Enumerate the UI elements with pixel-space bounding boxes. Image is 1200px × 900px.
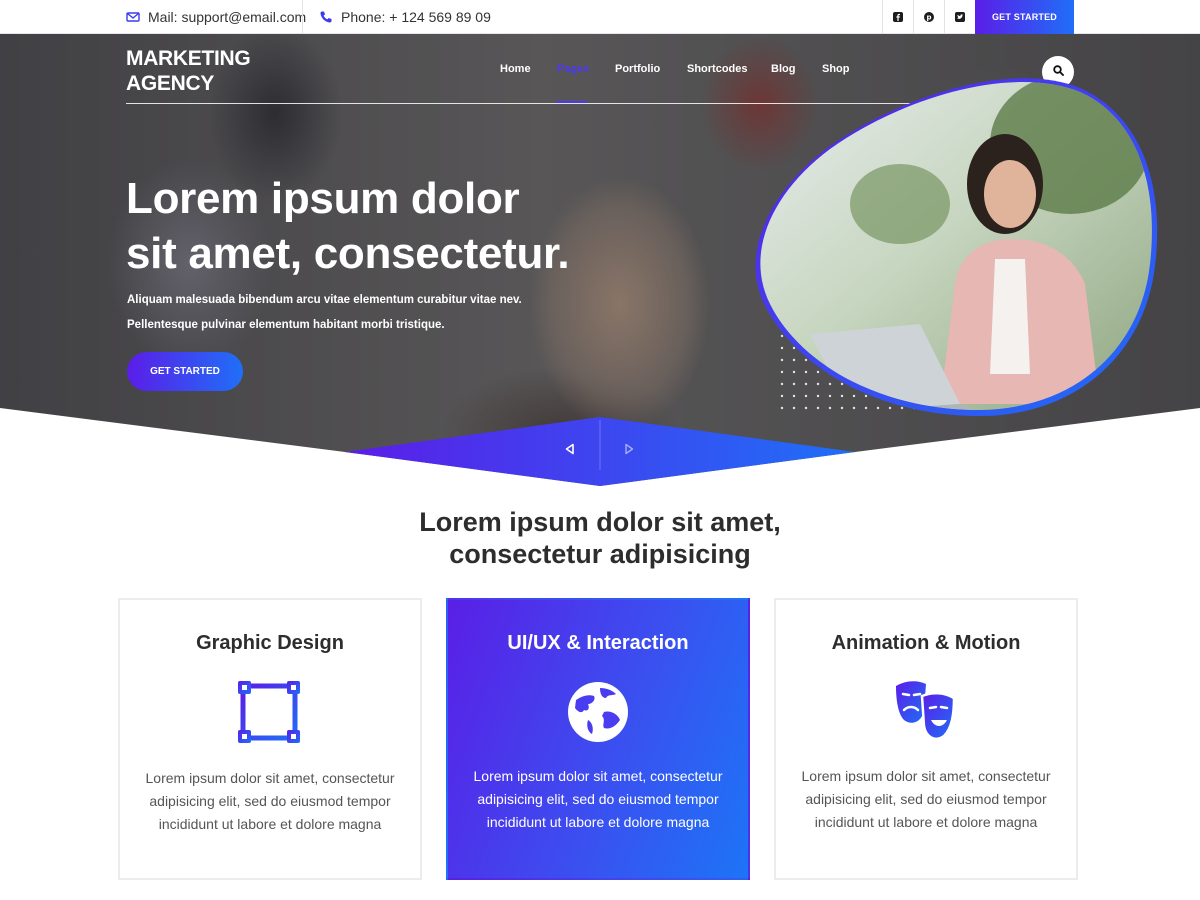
- svg-text:p: p: [926, 14, 931, 21]
- slider-prev-button[interactable]: [555, 436, 585, 466]
- twitter-link[interactable]: [944, 0, 975, 34]
- service-card-graphic-design[interactable]: Graphic Design Lorem ipsum dolor sit ame…: [118, 598, 422, 880]
- theater-masks-icon: [894, 680, 958, 744]
- chevron-right-icon: [623, 442, 635, 460]
- card-title: Graphic Design: [196, 632, 344, 654]
- topbar-mail[interactable]: Mail: support@email.com: [126, 0, 306, 34]
- card-title: UI/UX & Interaction: [507, 632, 689, 654]
- phone-icon: [319, 10, 333, 24]
- card-description: Lorem ipsum dolor sit amet, consectetur …: [473, 768, 723, 830]
- facebook-link[interactable]: [882, 0, 913, 34]
- globe-icon: [566, 680, 630, 744]
- facebook-icon: [893, 12, 903, 22]
- topbar-mail-text: Mail: support@email.com: [148, 9, 307, 25]
- mail-icon: [126, 10, 140, 24]
- card-description: Lorem ipsum dolor sit amet, consectetur …: [145, 770, 395, 832]
- pinterest-icon: p: [924, 12, 934, 22]
- hero-section: MARKETING AGENCY Home Pages Portfolio Sh…: [0, 34, 1200, 486]
- twitter-icon: [955, 12, 965, 22]
- top-bar: Mail: support@email.com Phone: + 124 569…: [0, 0, 1200, 34]
- slider-next-button[interactable]: [614, 436, 644, 466]
- section-title: Lorem ipsum dolor sit amet, consectetur …: [419, 507, 781, 569]
- top-get-started-button[interactable]: GET STARTED: [975, 0, 1074, 34]
- hero-bottom-shape: [0, 408, 1200, 486]
- topbar-phone-text: Phone: + 124 569 89 09: [341, 9, 491, 25]
- pinterest-link[interactable]: p: [913, 0, 944, 34]
- vector-square-icon: [238, 680, 302, 744]
- chevron-left-icon: [564, 442, 576, 460]
- topbar-divider: [302, 0, 303, 34]
- topbar-phone[interactable]: Phone: + 124 569 89 09: [319, 0, 491, 34]
- service-card-animation[interactable]: Animation & Motion Lorem ipsum dolor sit…: [774, 598, 1078, 880]
- card-description: Lorem ipsum dolor sit amet, consectetur …: [801, 768, 1051, 830]
- service-card-ui-ux[interactable]: UI/UX & Interaction Lorem ipsum dolor si…: [446, 598, 750, 880]
- card-title: Animation & Motion: [831, 632, 1021, 654]
